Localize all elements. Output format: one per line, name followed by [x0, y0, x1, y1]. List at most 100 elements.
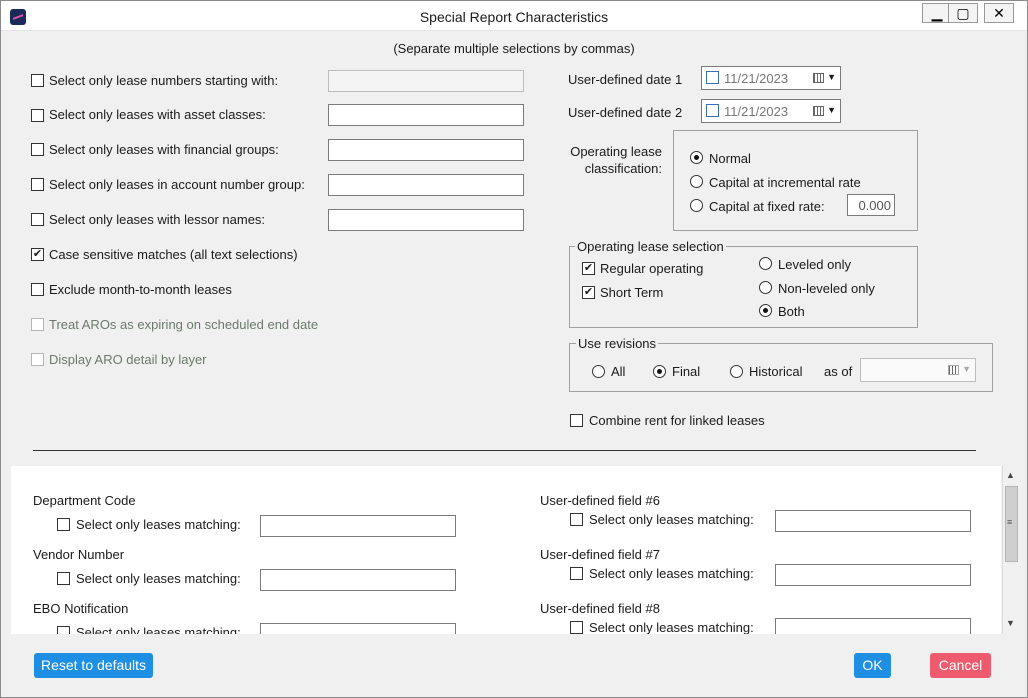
non-leveled-label: Non-leveled only	[778, 281, 875, 296]
vendor-number-checkbox[interactable]	[57, 572, 70, 585]
section-divider	[33, 450, 976, 451]
udf7-match-label: Select only leases matching:	[589, 566, 754, 581]
scroll-up-icon[interactable]: ▲	[1006, 470, 1015, 480]
combine-rent-label: Combine rent for linked leases	[589, 413, 765, 428]
financial-groups-label: Select only leases with financial groups…	[49, 142, 279, 157]
treat-aros-label: Treat AROs as expiring on scheduled end …	[49, 317, 319, 332]
date2-value: 11/21/2023	[724, 104, 789, 119]
fixed-rate-radio[interactable]	[690, 199, 703, 212]
close-button[interactable]: ✕	[984, 3, 1014, 23]
calendar-icon[interactable]	[813, 106, 824, 116]
udf8-match-label: Select only leases matching:	[589, 620, 754, 634]
both-radio[interactable]	[759, 304, 772, 317]
chevron-down-icon[interactable]: ▼	[827, 72, 836, 82]
udf7-checkbox[interactable]	[570, 567, 583, 580]
header-note: (Separate multiple selections by commas)	[393, 41, 635, 56]
revisions-historical-label: Historical	[749, 364, 803, 379]
financial-groups-input[interactable]	[328, 139, 524, 161]
vendor-number-match-label: Select only leases matching:	[76, 571, 241, 586]
combine-rent-checkbox[interactable]	[570, 414, 583, 427]
date2-label: User-defined date 2	[568, 105, 683, 120]
scroll-down-icon[interactable]: ▼	[1006, 618, 1015, 628]
custom-fields-panel[interactable]: Department Code Select only leases match…	[11, 466, 1001, 634]
revisions-all-radio[interactable]	[592, 365, 605, 378]
as-of-label: as of	[824, 364, 853, 379]
department-code-checkbox[interactable]	[57, 518, 70, 531]
ebo-notification-match-label: Select only leases matching:	[76, 625, 241, 634]
case-sensitive-checkbox[interactable]: ✔	[31, 248, 44, 261]
short-term-label: Short Term	[600, 285, 664, 300]
date2-picker[interactable]: 11/21/2023 ▼	[701, 99, 841, 123]
normal-label: Normal	[709, 151, 751, 166]
department-code-title: Department Code	[33, 493, 136, 508]
chevron-down-icon[interactable]: ▼	[962, 364, 971, 374]
lease-numbers-input[interactable]	[328, 70, 524, 92]
scroll-thumb[interactable]: ≡	[1005, 486, 1018, 562]
department-code-match-label: Select only leases matching:	[76, 517, 241, 532]
classification-box: Normal Capital at incremental rate Capit…	[673, 130, 918, 231]
maximize-button[interactable]: ▢	[948, 3, 978, 23]
window-title: Special Report Characteristics	[419, 9, 609, 25]
vertical-scrollbar[interactable]: ▲ ≡ ▼	[1002, 466, 1019, 634]
revisions-all-label: All	[611, 364, 626, 379]
ok-button[interactable]: OK	[854, 653, 891, 678]
account-group-label: Select only leases in account number gro…	[49, 177, 305, 192]
classification-label: Operating lease classification:	[570, 144, 662, 176]
ebo-notification-input[interactable]	[260, 623, 456, 634]
normal-radio[interactable]	[690, 151, 703, 164]
fixed-rate-input[interactable]: 0.000	[847, 194, 895, 216]
asset-classes-input[interactable]	[328, 104, 524, 126]
date1-checkbox[interactable]	[706, 71, 719, 84]
as-of-date-picker[interactable]: ▼	[860, 358, 976, 382]
leveled-only-radio[interactable]	[759, 257, 772, 270]
revisions-final-radio[interactable]	[653, 365, 666, 378]
title-bar: Special Report Characteristics ▁ ▢ ✕	[1, 1, 1027, 31]
short-term-checkbox[interactable]: ✔	[582, 286, 595, 299]
lease-numbers-checkbox[interactable]	[31, 74, 44, 87]
lessor-names-label: Select only leases with lessor names:	[49, 212, 266, 227]
asset-classes-label: Select only leases with asset classes:	[49, 107, 266, 122]
regular-operating-checkbox[interactable]: ✔	[582, 262, 595, 275]
fixed-rate-label: Capital at fixed rate:	[709, 199, 825, 214]
exclude-mtm-checkbox[interactable]	[31, 283, 44, 296]
udf8-title: User-defined field #8	[540, 601, 660, 616]
incremental-rate-radio[interactable]	[690, 175, 703, 188]
case-sensitive-label: Case sensitive matches (all text selecti…	[49, 247, 298, 262]
vendor-number-input[interactable]	[260, 569, 456, 591]
reset-defaults-button[interactable]: Reset to defaults	[34, 653, 153, 678]
dialog-window: Special Report Characteristics ▁ ▢ ✕ (Se…	[0, 0, 1028, 698]
aro-detail-label: Display ARO detail by layer	[49, 352, 207, 367]
grip-icon: ≡	[1007, 517, 1013, 527]
udf6-input[interactable]	[775, 510, 971, 532]
revisions-historical-radio[interactable]	[730, 365, 743, 378]
udf7-input[interactable]	[775, 564, 971, 586]
treat-aros-checkbox[interactable]	[31, 318, 44, 331]
vendor-number-title: Vendor Number	[33, 547, 125, 562]
account-group-input[interactable]	[328, 174, 524, 196]
revisions-box: Use revisions All Final Historical as of…	[569, 336, 993, 392]
date2-checkbox[interactable]	[706, 104, 719, 117]
ebo-notification-checkbox[interactable]	[57, 626, 70, 634]
calendar-icon[interactable]	[948, 365, 959, 375]
udf8-checkbox[interactable]	[570, 621, 583, 634]
department-code-input[interactable]	[260, 515, 456, 537]
lessor-names-checkbox[interactable]	[31, 213, 44, 226]
udf6-checkbox[interactable]	[570, 513, 583, 526]
date1-picker[interactable]: 11/21/2023 ▼	[701, 66, 841, 90]
lease-numbers-label: Select only lease numbers starting with:	[49, 73, 279, 88]
non-leveled-radio[interactable]	[759, 281, 772, 294]
cancel-button[interactable]: Cancel	[930, 653, 991, 678]
account-group-checkbox[interactable]	[31, 178, 44, 191]
date1-value: 11/21/2023	[724, 71, 789, 86]
revisions-title: Use revisions	[576, 336, 659, 351]
udf8-input[interactable]	[775, 618, 971, 634]
aro-detail-checkbox[interactable]	[31, 353, 44, 366]
financial-groups-checkbox[interactable]	[31, 143, 44, 156]
chevron-down-icon[interactable]: ▼	[827, 105, 836, 115]
op-selection-title: Operating lease selection	[575, 239, 726, 254]
leveled-only-label: Leveled only	[778, 257, 851, 272]
op-selection-box: Operating lease selection ✔ Regular oper…	[569, 239, 918, 328]
asset-classes-checkbox[interactable]	[31, 109, 44, 122]
lessor-names-input[interactable]	[328, 209, 524, 231]
calendar-icon[interactable]	[813, 73, 824, 83]
